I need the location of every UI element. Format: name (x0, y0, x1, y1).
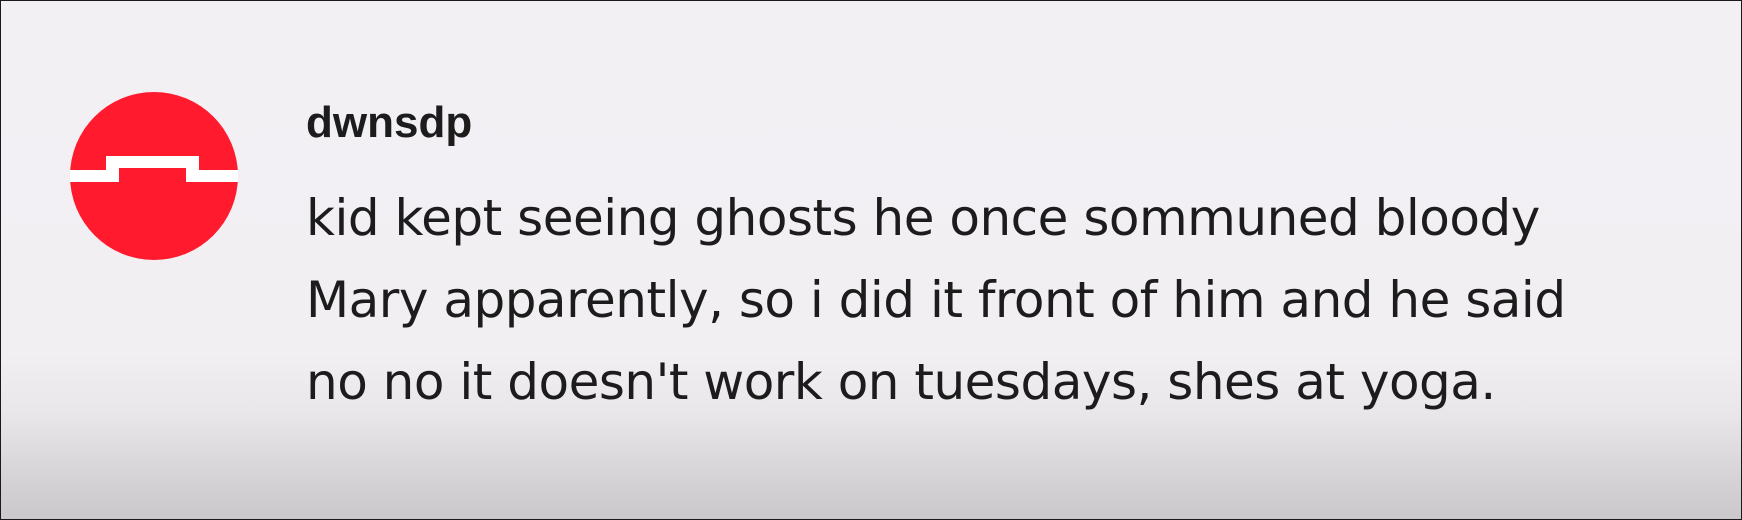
comment-author[interactable]: dwnsdp (306, 97, 1706, 149)
avatar[interactable] (70, 92, 238, 260)
comment: dwnsdp kid kept seeing ghosts he once so… (1, 1, 1741, 519)
comment-body: dwnsdp kid kept seeing ghosts he once so… (306, 97, 1706, 423)
channel-logo-icon (70, 92, 238, 260)
comment-text-line: kid kept seeing ghosts he once sommuned … (306, 189, 1540, 247)
comment-text-line: Mary apparently, so i did it front of hi… (306, 271, 1566, 329)
comment-text: kid kept seeing ghosts he once sommuned … (306, 177, 1696, 423)
screenshot-frame: dwnsdp kid kept seeing ghosts he once so… (1, 1, 1741, 519)
comment-text-line: no no it doesn't work on tuesdays, shes … (306, 353, 1496, 411)
